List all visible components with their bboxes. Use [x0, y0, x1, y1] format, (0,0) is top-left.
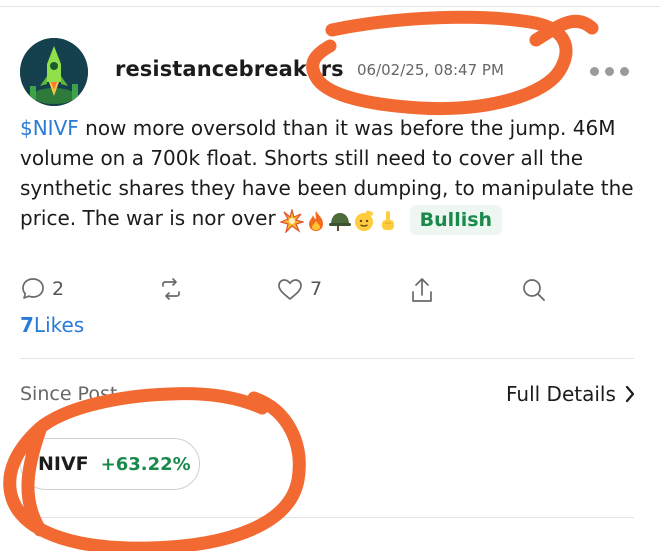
like-button[interactable]: 7	[276, 276, 322, 302]
more-dot-icon	[605, 66, 614, 76]
military-helmet-emoji-icon	[328, 213, 351, 231]
rocket-avatar-icon	[20, 38, 88, 106]
bottom-divider	[20, 517, 634, 518]
avatar[interactable]	[20, 38, 88, 106]
post-timestamp: 06/02/25, 08:47 PM	[357, 61, 504, 79]
share-button[interactable]	[408, 276, 436, 306]
more-dot-icon	[620, 66, 629, 76]
ticker-link[interactable]: $NIVF	[20, 116, 79, 140]
username[interactable]: resistancebreakers	[115, 57, 344, 81]
index-pointing-up-emoji-icon	[381, 211, 394, 230]
comment-button[interactable]: 2	[20, 276, 64, 302]
like-count: 7	[310, 278, 323, 300]
likes-summary-count: 7	[20, 313, 34, 337]
share-icon	[412, 278, 432, 302]
sentiment-badge: Bullish	[409, 204, 503, 235]
since-post-label: Since Post	[20, 383, 118, 405]
action-bar: 2 7	[20, 276, 560, 308]
more-dot-icon	[590, 66, 599, 76]
collision-emoji-icon	[279, 209, 304, 233]
comment-icon	[22, 278, 44, 299]
chip-change: +63.22%	[100, 453, 191, 475]
chevron-right-icon	[625, 385, 635, 403]
search-button[interactable]	[520, 276, 548, 304]
more-options-button[interactable]	[590, 64, 634, 78]
search-icon	[523, 279, 545, 301]
ticker-performance-chip[interactable]: NIVF +63.22%	[20, 438, 200, 490]
full-details-label: Full Details	[506, 382, 616, 406]
repost-button[interactable]	[158, 276, 184, 302]
saluting-face-emoji-icon	[354, 210, 373, 231]
post-body: $NIVF now more oversold than it was befo…	[20, 113, 640, 235]
likes-summary-link[interactable]: 7Likes	[20, 313, 84, 337]
chip-symbol: NIVF	[38, 453, 89, 475]
likes-summary-label: Likes	[33, 313, 85, 337]
emoji-row	[279, 205, 400, 235]
section-divider	[20, 358, 634, 359]
heart-icon	[278, 279, 302, 300]
fire-emoji-icon	[308, 211, 323, 231]
full-details-link[interactable]: Full Details	[506, 382, 636, 406]
repost-icon	[162, 278, 180, 300]
top-divider	[0, 6, 660, 7]
comment-count: 2	[52, 278, 65, 300]
